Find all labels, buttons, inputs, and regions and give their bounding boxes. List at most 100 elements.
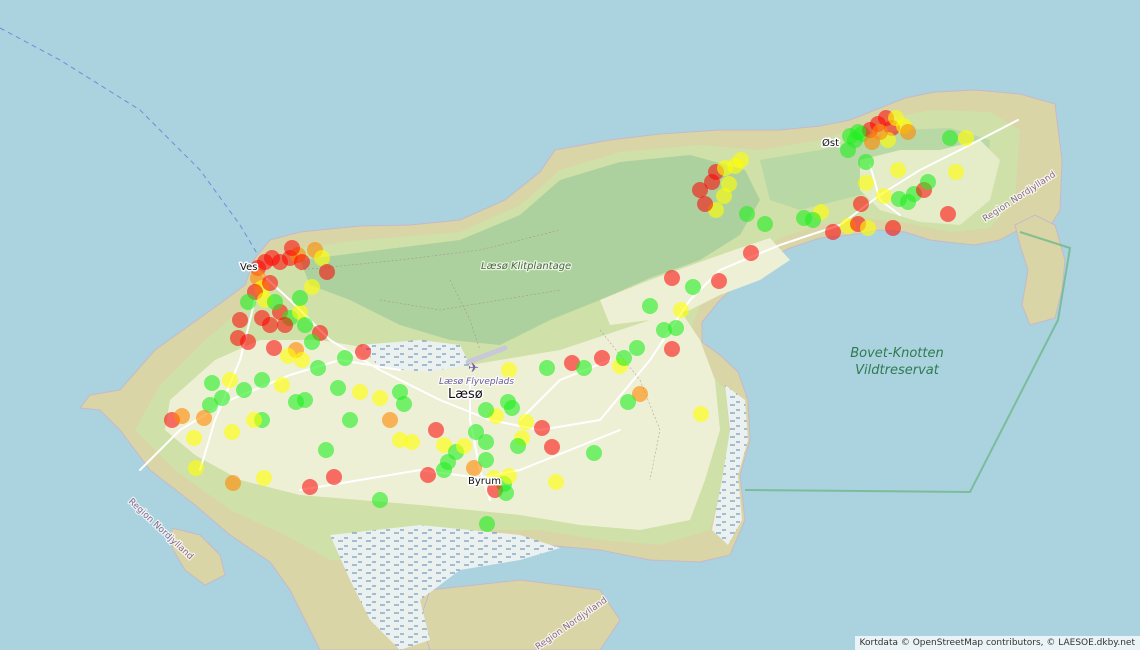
observation-marker-green[interactable] <box>204 375 220 391</box>
observation-marker-yellow[interactable] <box>246 412 262 428</box>
observation-marker-green[interactable] <box>858 154 874 170</box>
observation-marker-red[interactable] <box>711 273 727 289</box>
observation-marker-yellow[interactable] <box>314 250 330 266</box>
observation-marker-orange[interactable] <box>382 412 398 428</box>
observation-marker-yellow[interactable] <box>673 302 689 318</box>
observation-marker-red[interactable] <box>266 340 282 356</box>
observation-marker-red[interactable] <box>428 422 444 438</box>
observation-marker-green[interactable] <box>668 320 684 336</box>
observation-marker-red[interactable] <box>326 469 342 485</box>
observation-marker-yellow[interactable] <box>222 372 238 388</box>
observation-marker-green[interactable] <box>576 360 592 376</box>
observation-marker-red[interactable] <box>697 196 713 212</box>
observation-marker-green[interactable] <box>685 279 701 295</box>
map-canvas[interactable]: ✈ Ves Øst Læsø Klitplantage Læsø Flyvepl… <box>0 0 1140 650</box>
observation-marker-red[interactable] <box>240 334 256 350</box>
observation-marker-green[interactable] <box>920 174 936 190</box>
observation-marker-green[interactable] <box>478 452 494 468</box>
observation-marker-red[interactable] <box>544 439 560 455</box>
observation-marker-red[interactable] <box>254 310 270 326</box>
observation-marker-yellow[interactable] <box>372 390 388 406</box>
observation-marker-red[interactable] <box>294 254 310 270</box>
observation-marker-red[interactable] <box>420 467 436 483</box>
observation-marker-yellow[interactable] <box>280 348 296 364</box>
observation-marker-orange[interactable] <box>864 134 880 150</box>
observation-marker-red[interactable] <box>284 240 300 256</box>
observation-marker-orange[interactable] <box>225 475 241 491</box>
observation-marker-green[interactable] <box>318 442 334 458</box>
observation-marker-red[interactable] <box>940 206 956 222</box>
observation-marker-yellow[interactable] <box>456 438 472 454</box>
observation-marker-red[interactable] <box>262 275 278 291</box>
observation-marker-yellow[interactable] <box>186 430 202 446</box>
observation-marker-red[interactable] <box>319 264 335 280</box>
observation-marker-orange[interactable] <box>174 408 190 424</box>
observation-marker-green[interactable] <box>479 516 495 532</box>
observation-marker-red[interactable] <box>853 196 869 212</box>
observation-marker-green[interactable] <box>372 492 388 508</box>
observation-marker-red[interactable] <box>277 317 293 333</box>
observation-marker-red[interactable] <box>355 344 371 360</box>
observation-marker-yellow[interactable] <box>188 460 204 476</box>
observation-marker-green[interactable] <box>504 400 520 416</box>
observation-marker-yellow[interactable] <box>294 352 310 368</box>
observation-marker-red[interactable] <box>232 312 248 328</box>
observation-marker-green[interactable] <box>304 334 320 350</box>
observation-marker-green[interactable] <box>510 438 526 454</box>
observation-marker-green[interactable] <box>498 485 514 501</box>
observation-marker-red[interactable] <box>534 420 550 436</box>
observation-marker-green[interactable] <box>310 360 326 376</box>
observation-marker-yellow[interactable] <box>958 130 974 146</box>
observation-marker-green[interactable] <box>342 412 358 428</box>
observation-marker-yellow[interactable] <box>518 414 534 430</box>
observation-marker-green[interactable] <box>478 402 494 418</box>
observation-marker-yellow[interactable] <box>352 384 368 400</box>
observation-marker-yellow[interactable] <box>948 164 964 180</box>
observation-marker-green[interactable] <box>468 424 484 440</box>
observation-marker-yellow[interactable] <box>304 279 320 295</box>
observation-marker-green[interactable] <box>757 216 773 232</box>
observation-marker-yellow[interactable] <box>876 188 892 204</box>
observation-marker-yellow[interactable] <box>224 424 240 440</box>
observation-marker-red[interactable] <box>664 270 680 286</box>
observation-marker-green[interactable] <box>739 206 755 222</box>
observation-marker-green[interactable] <box>267 294 283 310</box>
observation-marker-green[interactable] <box>236 382 252 398</box>
observation-marker-yellow[interactable] <box>860 220 876 236</box>
map-viewport[interactable]: ✈ Ves Øst Læsø Klitplantage Læsø Flyvepl… <box>0 0 1140 650</box>
observation-marker-orange[interactable] <box>900 124 916 140</box>
observation-marker-red[interactable] <box>302 479 318 495</box>
observation-marker-green[interactable] <box>337 350 353 366</box>
observation-marker-green[interactable] <box>240 294 256 310</box>
observation-marker-green[interactable] <box>292 290 308 306</box>
observation-marker-red[interactable] <box>825 224 841 240</box>
observation-marker-yellow[interactable] <box>501 468 517 484</box>
observation-marker-green[interactable] <box>396 396 412 412</box>
observation-marker-green[interactable] <box>330 380 346 396</box>
observation-marker-yellow[interactable] <box>256 470 272 486</box>
observation-marker-yellow[interactable] <box>274 377 290 393</box>
observation-marker-yellow[interactable] <box>721 176 737 192</box>
observation-marker-red[interactable] <box>594 350 610 366</box>
observation-marker-yellow[interactable] <box>858 175 874 191</box>
observation-marker-green[interactable] <box>254 372 270 388</box>
observation-marker-orange[interactable] <box>196 410 212 426</box>
observation-marker-green[interactable] <box>297 317 313 333</box>
observation-marker-green[interactable] <box>616 350 632 366</box>
observation-marker-red[interactable] <box>743 245 759 261</box>
observation-marker-green[interactable] <box>436 462 452 478</box>
observation-marker-green[interactable] <box>586 445 602 461</box>
observation-marker-green[interactable] <box>642 298 658 314</box>
observation-marker-green[interactable] <box>805 212 821 228</box>
observation-marker-yellow[interactable] <box>548 474 564 490</box>
observation-marker-red[interactable] <box>885 220 901 236</box>
observation-marker-yellow[interactable] <box>501 362 517 378</box>
observation-marker-green[interactable] <box>942 130 958 146</box>
observation-marker-yellow[interactable] <box>404 434 420 450</box>
observation-marker-green[interactable] <box>620 394 636 410</box>
observation-marker-green[interactable] <box>297 392 313 408</box>
observation-marker-yellow[interactable] <box>890 162 906 178</box>
observation-marker-green[interactable] <box>850 124 866 140</box>
observation-marker-yellow[interactable] <box>693 406 709 422</box>
observation-marker-red[interactable] <box>664 341 680 357</box>
